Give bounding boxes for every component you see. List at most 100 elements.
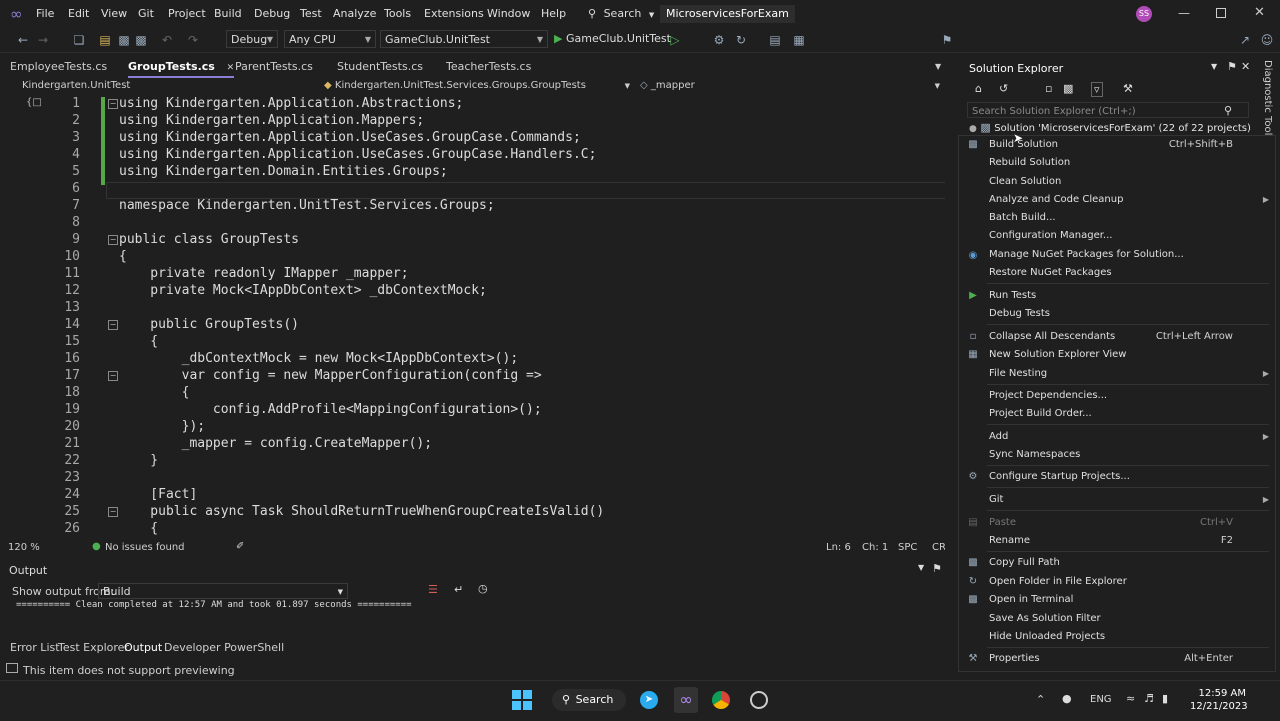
fold-toggle-icon[interactable]: − <box>108 235 118 245</box>
startup-project-dropdown[interactable]: GameClub.UnitTest ▼ <box>380 30 548 48</box>
language-indicator[interactable]: ENG <box>1090 694 1112 705</box>
platform-dropdown[interactable]: Any CPU ▼ <box>284 30 376 48</box>
undo-icon[interactable]: ↶ <box>160 33 174 47</box>
microphone-icon[interactable]: ● <box>1062 692 1072 705</box>
tab-error-list[interactable]: Error List <box>10 641 60 654</box>
gear-icon: ⚙ <box>968 471 978 482</box>
output-source-dropdown[interactable]: Build ▼ <box>98 583 348 599</box>
clear-all-icon[interactable]: ☰ <box>428 583 438 596</box>
menu-window[interactable]: Window <box>487 0 530 28</box>
collapse-all-icon[interactable]: ▫ <box>1045 82 1052 95</box>
visual-studio-logo-icon[interactable]: ∞ <box>10 6 26 22</box>
new-item-icon[interactable]: ❏ <box>72 33 86 47</box>
char-indicator[interactable]: Ch: 1 <box>862 542 888 553</box>
tab-teacher-tests[interactable]: TeacherTests.cs <box>446 58 531 76</box>
issues-status[interactable]: No issues found <box>105 542 185 553</box>
chrome-icon[interactable] <box>712 691 730 709</box>
clock[interactable]: 12:59 AM 12/21/2023 <box>1190 687 1248 713</box>
layout-icon[interactable]: ▦ <box>792 33 806 47</box>
forward-icon[interactable]: → <box>36 33 50 47</box>
fold-toggle-icon[interactable]: − <box>108 371 118 381</box>
avatar[interactable]: SS <box>1136 6 1152 22</box>
menu-view[interactable]: View <box>101 0 127 28</box>
tab-student-tests[interactable]: StudentTests.cs <box>337 58 423 76</box>
open-folder-icon[interactable]: ▤ <box>98 33 112 47</box>
close-tab-icon[interactable]: ✕ <box>227 63 235 73</box>
hot-reload-icon[interactable]: ⚙ <box>712 33 726 47</box>
configuration-dropdown[interactable]: Debug ▼ <box>226 30 278 48</box>
code-editor[interactable]: {□ 1 2 3 4 5 6 7 8 9 10 11 12 13 14 15 1… <box>0 95 958 540</box>
tab-group-tests[interactable]: GroupTests.cs ✕ <box>128 58 235 78</box>
volume-icon[interactable]: ♬ <box>1144 692 1154 705</box>
properties-icon[interactable]: ⚒ <box>1123 82 1133 95</box>
telegram-icon[interactable]: ➤ <box>640 691 658 709</box>
tab-overflow-icon[interactable]: ▼ <box>935 58 941 76</box>
class-dropdown[interactable]: ◆ Kindergarten.UnitTest.Services.Groups.… <box>324 78 630 94</box>
show-all-files-icon[interactable]: ▩ <box>1063 82 1073 95</box>
fold-toggle-icon[interactable]: − <box>108 507 118 517</box>
share-icon[interactable]: ↗ <box>1238 33 1252 47</box>
close-icon[interactable]: ✕ <box>1254 5 1265 20</box>
pane-options-icon[interactable]: ▼ <box>918 563 924 572</box>
start-button[interactable] <box>512 690 532 710</box>
home-icon[interactable]: ⌂ <box>975 82 982 95</box>
obs-icon[interactable] <box>750 691 768 709</box>
tab-output[interactable]: Output <box>124 641 162 654</box>
menu-analyze[interactable]: Analyze <box>333 0 376 28</box>
menu-edit[interactable]: Edit <box>68 0 89 28</box>
fold-toggle-icon[interactable]: − <box>108 320 118 330</box>
back-icon[interactable]: ← <box>16 33 30 47</box>
start-without-debugging-icon[interactable]: ▷ <box>668 33 682 47</box>
diagnostic-tools-tab[interactable]: Diagnostic Tools <box>1259 58 1277 141</box>
restore-icon[interactable] <box>1216 8 1226 18</box>
menu-extensions[interactable]: Extensions <box>424 0 484 28</box>
word-wrap-icon[interactable]: ↵ <box>454 583 463 596</box>
search-button[interactable]: ⚲ Search ▼ <box>588 0 654 28</box>
pin-icon[interactable]: ⚑ <box>1227 60 1237 73</box>
wifi-icon[interactable]: ≈ <box>1126 692 1135 705</box>
menu-file[interactable]: File <box>36 0 54 28</box>
close-icon[interactable]: ✕ <box>1241 60 1250 73</box>
start-debugging-button[interactable]: ▶ GameClub.UnitTest <box>554 30 671 48</box>
whitespace-indicator[interactable]: SPC <box>898 542 917 553</box>
battery-icon[interactable]: ▮ <box>1162 692 1168 705</box>
line-number: 3 <box>72 130 80 145</box>
project-dropdown[interactable]: Kindergarten.UnitTest <box>22 78 312 94</box>
menu-project[interactable]: Project <box>168 0 206 28</box>
menu-build[interactable]: Build <box>214 0 242 28</box>
visual-studio-taskbar-icon[interactable]: ∞ <box>674 687 698 713</box>
line-indicator[interactable]: Ln: 6 <box>826 542 851 553</box>
save-all-icon[interactable]: ▩ <box>134 33 148 47</box>
menu-help[interactable]: Help <box>541 0 566 28</box>
zoom-dropdown[interactable]: 120 % <box>8 542 40 553</box>
filter-icon[interactable]: ▿ <box>1091 82 1103 97</box>
tab-developer-powershell[interactable]: Developer PowerShell <box>164 641 284 654</box>
window-position-icon[interactable]: ▼ <box>1211 62 1217 71</box>
minimize-icon[interactable]: — <box>1178 6 1190 20</box>
fold-toggle-icon[interactable]: − <box>108 99 118 109</box>
submenu-arrow-icon: ▶ <box>1262 369 1269 378</box>
taskbar-search-button[interactable]: ⚲ Search <box>552 689 626 711</box>
pin-icon[interactable]: ⚑ <box>932 562 942 575</box>
redo-icon[interactable]: ↷ <box>186 33 200 47</box>
tab-test-explorer[interactable]: Test Explorer <box>58 641 129 654</box>
folder-icon[interactable]: ▤ <box>768 33 782 47</box>
save-icon[interactable]: ▩ <box>117 33 131 47</box>
solution-root-node[interactable]: ● ▩ Solution 'MicroservicesForExam' (22 … <box>969 120 1251 136</box>
tab-employee-tests[interactable]: EmployeeTests.cs <box>10 58 107 76</box>
menu-separator <box>987 424 1269 425</box>
refresh-icon[interactable]: ↻ <box>734 33 748 47</box>
menu-tools[interactable]: Tools <box>384 0 411 28</box>
sync-icon[interactable]: ↺ <box>999 82 1008 95</box>
show-hidden-icons[interactable]: ⌃ <box>1036 693 1045 706</box>
tab-parent-tests[interactable]: ParentTests.cs <box>235 58 313 76</box>
member-dropdown[interactable]: ◇ _mapper ▼ <box>640 78 950 94</box>
brush-icon[interactable]: ✐ <box>236 541 244 552</box>
feedback-icon[interactable]: ☺ <box>1260 33 1274 47</box>
solution-search-input[interactable]: Search Solution Explorer (Ctrl+;) ⚲ <box>967 102 1249 118</box>
bookmark-icon[interactable]: ⚑ <box>940 33 954 47</box>
menu-git[interactable]: Git <box>138 0 154 28</box>
clock-icon[interactable]: ◷ <box>478 582 488 595</box>
menu-test[interactable]: Test <box>300 0 322 28</box>
menu-debug[interactable]: Debug <box>254 0 290 28</box>
